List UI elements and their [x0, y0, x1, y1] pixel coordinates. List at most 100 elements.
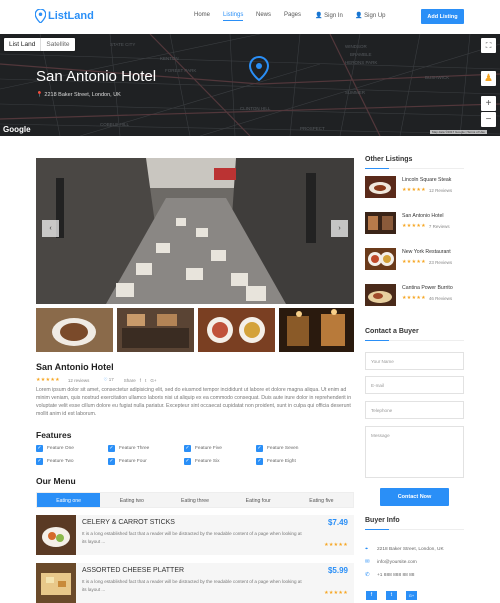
feature-item[interactable]: ✓ Feature Two [36, 458, 74, 465]
feature-item[interactable]: ✓ Feature Four [108, 458, 147, 465]
nav-sign-up[interactable]: 👤 Sign Up [355, 12, 386, 19]
review-count[interactable]: 12 reviews [68, 378, 90, 383]
divider [365, 168, 464, 169]
map-attribution[interactable]: Map data ©2017 Google | Terms of Use [430, 130, 487, 134]
street-label: FOREST PARK [165, 68, 196, 73]
contact-now-button[interactable]: Contact Now [380, 488, 449, 506]
logo[interactable]: ListLand [35, 9, 94, 23]
buyer-phone-text: +1 888 888 88 88 [377, 572, 415, 578]
facebook-icon[interactable]: f [366, 591, 377, 600]
gallery-next-button[interactable]: › [331, 220, 348, 237]
tab-satellite[interactable]: Satellite [40, 38, 74, 51]
other-listing-name: San Antonio Hotel [402, 213, 444, 219]
check-icon: ✓ [184, 458, 191, 465]
check-icon: ✓ [108, 445, 115, 452]
other-listing-item[interactable]: New York Restaurant ★★★★★ 23 Reviews [365, 248, 465, 272]
site-header: ListLand Home Listings News Pages 👤 Sign… [0, 0, 500, 34]
gallery-thumbnail[interactable] [117, 308, 194, 352]
email-input[interactable]: E-mail [365, 376, 464, 394]
listing-description: Lorem ipsum dolor sit amet, consectetur … [36, 387, 352, 417]
check-icon: ✓ [36, 445, 43, 452]
twitter-share-icon[interactable]: t [145, 378, 146, 383]
phone-input[interactable]: Telephone [365, 401, 464, 419]
tab-map[interactable]: List Land [4, 38, 40, 51]
street-view-button[interactable]: ♟ [481, 71, 496, 86]
other-listing-reviews: 12 Reviews [428, 187, 453, 193]
gallery-main-image [36, 158, 354, 304]
street-label: STATE CITY [110, 42, 135, 47]
other-listings-heading: Other Listings [365, 156, 413, 163]
menu-tab-eating-three[interactable]: Eating three [163, 493, 226, 507]
google-plus-share-icon[interactable]: G+ [150, 378, 156, 383]
map[interactable]: STATE CITY KENTON FOREST PARK WINDSOR BR… [0, 34, 500, 136]
buyer-phone[interactable]: ✆ +1 888 888 88 88 [365, 572, 414, 578]
gallery-thumbnail[interactable] [36, 308, 113, 352]
menu-item[interactable]: ASSORTED CHEESE PLATTER It is a long est… [36, 563, 354, 603]
google-logo: Google [3, 125, 31, 134]
street-label: KENTON [160, 56, 179, 61]
nav-sign-in[interactable]: 👤 Sign In [315, 12, 343, 19]
buyer-email[interactable]: ✉ info@yoursite.com [365, 559, 417, 565]
nav-listings[interactable]: Listings [223, 12, 244, 21]
menu-item-description: It is a long established fact that a rea… [82, 531, 302, 544]
message-textarea[interactable]: Message [365, 426, 464, 478]
other-listing-item[interactable]: Cantina Power Burrito ★★★★★ 46 Reviews [365, 284, 465, 308]
menu-item[interactable]: CELERY & CARROT STICKS It is a long esta… [36, 515, 354, 555]
zoom-out-button[interactable]: − [481, 112, 496, 127]
street-label: COBBLE HILL [100, 122, 130, 127]
user-icon: 👤 [315, 13, 323, 19]
feature-label: Feature One [47, 446, 74, 451]
other-listing-item[interactable]: Lincoln Square Steak ★★★★★ 12 Reviews [365, 176, 465, 200]
listing-title: San Antonio Hotel [36, 362, 114, 372]
menu-item-price: $7.49 [327, 518, 348, 527]
like-count: 17 [108, 377, 114, 382]
phone-icon: ✆ [365, 572, 370, 578]
feature-item[interactable]: ✓ Feature Three [108, 445, 149, 452]
feature-item[interactable]: ✓ Feature Seven [256, 445, 298, 452]
street-label: HERONS PARK [345, 60, 377, 65]
nav-news[interactable]: News [256, 12, 271, 18]
feature-item[interactable]: ✓ Feature Eight [256, 458, 296, 465]
gallery-thumbnail[interactable] [198, 308, 275, 352]
listing-meta: ★★★★★ 12 reviews ♡ 17 Share f t G+ [36, 377, 156, 383]
buyer-email-text: info@yoursite.com [377, 559, 417, 565]
like-button[interactable]: ♡ 17 [103, 377, 113, 383]
menu-tab-eating-two[interactable]: Eating two [100, 493, 163, 507]
mail-icon: ✉ [365, 559, 370, 565]
nav-home[interactable]: Home [194, 12, 210, 18]
map-listing-title: San Antonio Hotel [36, 68, 157, 85]
name-input[interactable]: Your Name [365, 352, 464, 370]
nav-sign-in-label: Sign In [324, 13, 343, 19]
facebook-share-icon[interactable]: f [140, 378, 141, 383]
fullscreen-button[interactable]: ⛶ [481, 38, 496, 53]
menu-tabs: Eating one Eating two Eating three Eatin… [36, 492, 354, 508]
feature-item[interactable]: ✓ Feature One [36, 445, 74, 452]
listing-thumbnail [365, 284, 396, 306]
feature-item[interactable]: ✓ Feature Six [184, 458, 220, 465]
menu-tab-eating-four[interactable]: Eating four [227, 493, 290, 507]
feature-item[interactable]: ✓ Feature Five [184, 445, 222, 452]
rating-stars-icon: ★★★★★ [36, 377, 60, 383]
add-listing-button[interactable]: Add Listing [421, 9, 464, 24]
rating-stars-icon: ★★★★★ [324, 590, 348, 596]
chevron-right-icon: › [338, 225, 341, 232]
google-plus-icon[interactable]: G+ [406, 591, 417, 600]
pin-icon: 📍 [36, 92, 43, 98]
feature-label: Feature Five [195, 446, 222, 451]
other-listing-item[interactable]: San Antonio Hotel ★★★★★ 7 Reviews [365, 212, 465, 236]
other-listing-name: Cantina Power Burrito [402, 285, 453, 291]
menu-tab-eating-five[interactable]: Eating five [290, 493, 353, 507]
menu-item-title: ASSORTED CHEESE PLATTER [82, 567, 185, 574]
nav-pages[interactable]: Pages [284, 12, 301, 18]
pegman-icon: ♟ [484, 73, 493, 84]
zoom-in-button[interactable]: + [481, 96, 496, 111]
fullscreen-icon: ⛶ [485, 41, 492, 50]
heart-icon: ♡ [103, 377, 108, 382]
twitter-icon[interactable]: t [386, 591, 397, 600]
check-icon: ✓ [36, 458, 43, 465]
gallery-prev-button[interactable]: ‹ [42, 220, 59, 237]
map-listing-address: 📍 2218 Baker Street, London, UK [36, 92, 121, 98]
menu-tab-eating-one[interactable]: Eating one [37, 493, 101, 507]
gallery-thumbnail[interactable] [279, 308, 356, 352]
location-icon: ⌖ [365, 546, 369, 552]
